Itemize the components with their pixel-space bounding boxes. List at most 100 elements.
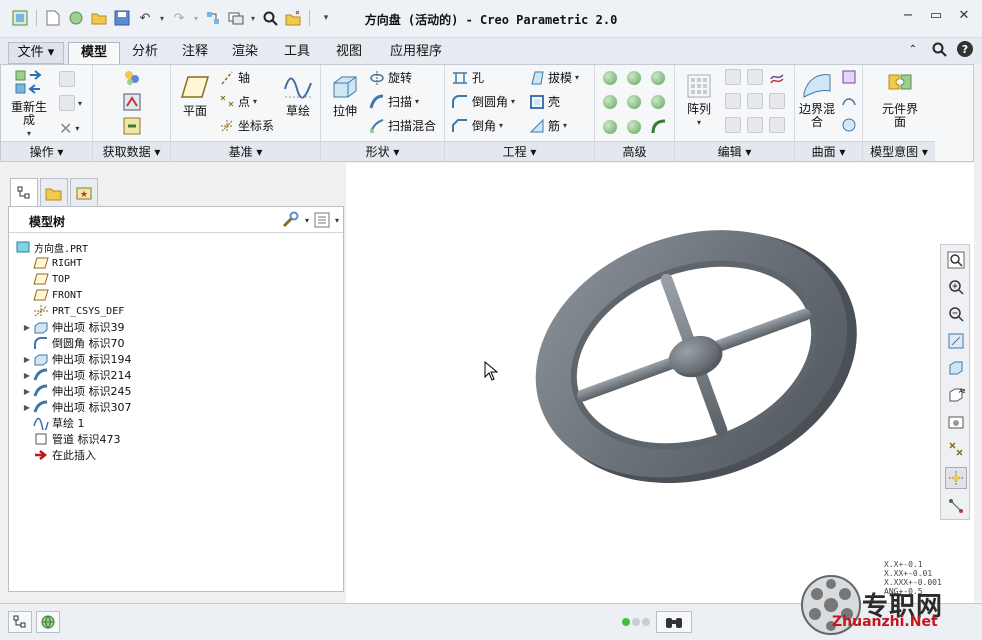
spin-center-icon[interactable] [945, 467, 967, 489]
group-label-engineering[interactable]: 工程 ▾ [445, 141, 594, 161]
copy-geometry-button[interactable] [123, 69, 141, 87]
sweep-button[interactable]: 扫描 ▾ [369, 93, 419, 110]
advanced-feature-icon[interactable] [651, 95, 665, 109]
shell-button[interactable]: 壳 [529, 93, 560, 110]
toggle-browser-button[interactable] [36, 611, 60, 633]
copy-button[interactable] [59, 71, 75, 87]
mirror-icon[interactable] [725, 69, 741, 85]
saved-views-icon[interactable]: AB [945, 384, 967, 406]
advanced-feature-icon[interactable] [627, 95, 641, 109]
folder-browser-tab[interactable] [40, 178, 68, 206]
axis-button[interactable]: 轴 [219, 69, 250, 86]
group-label-datum[interactable]: 基准 ▾ [171, 141, 320, 161]
chamfer-button[interactable]: 倒角 ▾ [451, 117, 503, 134]
component-interface-button[interactable]: 元件界面 [877, 71, 923, 129]
graphics-window[interactable] [346, 163, 974, 603]
revolve-button[interactable]: 旋转 [369, 69, 412, 86]
thicken-icon[interactable] [747, 117, 763, 133]
maximize-icon[interactable]: ▭ [928, 8, 944, 24]
group-label-editing[interactable]: 编辑 ▾ [675, 141, 794, 161]
expand-arrow-icon[interactable]: ▶ [21, 403, 33, 412]
help-icon[interactable]: ? [956, 40, 974, 58]
fill-button[interactable] [841, 69, 857, 85]
merge-surface-icon[interactable] [725, 93, 741, 109]
expand-arrow-icon[interactable]: ▶ [21, 355, 33, 364]
zoom-in-icon[interactable] [945, 276, 967, 298]
advanced-feature-icon[interactable] [627, 120, 641, 134]
merge-button[interactable] [123, 93, 141, 111]
expand-arrow-icon[interactable]: ▶ [21, 371, 33, 380]
tree-item[interactable]: 在此插入 [9, 447, 343, 463]
expand-arrow-icon[interactable]: ▶ [21, 323, 33, 332]
csys-button[interactable]: 坐标系 [219, 117, 274, 134]
group-label-surfaces[interactable]: 曲面 ▾ [795, 141, 862, 161]
view-manager-icon[interactable] [945, 411, 967, 433]
swept-blend-button[interactable]: 扫描混合 [369, 117, 436, 134]
solidify-icon[interactable] [769, 117, 785, 133]
advanced-feature-icon[interactable] [627, 71, 641, 85]
offset-icon[interactable] [747, 93, 763, 109]
group-label-shapes[interactable]: 形状 ▾ [321, 141, 444, 161]
tab-annotate[interactable]: 注释 [172, 42, 218, 64]
extend-icon[interactable] [747, 69, 763, 85]
tree-item[interactable]: 方向盘.PRT [9, 239, 343, 255]
regenerate-button[interactable]: 重新生成 ▾ [9, 69, 49, 140]
tree-item[interactable]: 倒圆角 标识70 [9, 335, 343, 351]
tree-item[interactable]: 草绘 1 [9, 415, 343, 431]
point-button[interactable]: 点 ▾ [219, 93, 257, 110]
repaint-icon[interactable] [945, 330, 967, 352]
trim-icon[interactable] [725, 117, 741, 133]
toggle-navigator-button[interactable] [8, 611, 32, 633]
zoom-out-icon[interactable] [945, 303, 967, 325]
user-defined-feature-button[interactable] [123, 117, 141, 135]
tree-settings-dropdown-icon[interactable]: ▾ [305, 216, 309, 225]
group-label-get-data[interactable]: 获取数据 ▾ [93, 141, 170, 161]
tab-view[interactable]: 视图 [326, 42, 372, 64]
tree-filters-dropdown-icon[interactable]: ▾ [335, 216, 339, 225]
pattern-button[interactable]: 阵列 ▾ [679, 71, 719, 129]
advanced-feature-icon[interactable] [603, 71, 617, 85]
draft-button[interactable]: 拔模 ▾ [529, 69, 579, 86]
tree-item[interactable]: ▶ 伸出项 标识39 [9, 319, 343, 335]
tree-item[interactable]: ▶ 伸出项 标识194 [9, 351, 343, 367]
expand-arrow-icon[interactable]: ▶ [21, 387, 33, 396]
advanced-feature-icon[interactable] [603, 120, 617, 134]
toroidal-bend-icon[interactable] [651, 119, 667, 135]
round-button[interactable]: 倒圆角 ▾ [451, 93, 515, 110]
tab-model[interactable]: 模型 [68, 42, 120, 64]
sketch-button[interactable]: 草绘 [279, 73, 317, 118]
tree-item[interactable]: TOP [9, 271, 343, 287]
advanced-feature-icon[interactable] [603, 95, 617, 109]
tree-item[interactable]: RIGHT [9, 255, 343, 271]
find-button[interactable] [656, 611, 692, 633]
freestyle-button[interactable] [841, 117, 857, 133]
plane-button[interactable]: 平面 [175, 73, 215, 118]
tree-filters-icon[interactable] [313, 211, 331, 229]
favorites-tab[interactable]: ★ [70, 178, 98, 206]
project-icon[interactable] [769, 69, 785, 85]
display-style-icon[interactable] [945, 357, 967, 379]
boundary-blend-button[interactable]: 边界混合 [797, 71, 837, 129]
tab-analysis[interactable]: 分析 [122, 42, 168, 64]
hole-button[interactable]: 孔 [451, 69, 484, 86]
collapse-ribbon-icon[interactable]: ⌃ [904, 40, 922, 58]
paste-button[interactable]: ▾ [59, 95, 82, 111]
intersect-icon[interactable] [769, 93, 785, 109]
tab-file[interactable]: 文件 ▾ [8, 42, 64, 64]
tree-settings-icon[interactable] [281, 211, 301, 229]
steering-wheel-model[interactable] [346, 163, 974, 603]
tree-item[interactable]: ▶ 伸出项 标识245 [9, 383, 343, 399]
tree-item[interactable]: PRT_CSYS_DEF [9, 303, 343, 319]
tree-item[interactable]: ▶ 伸出项 标识307 [9, 399, 343, 415]
tree-item[interactable]: FRONT [9, 287, 343, 303]
ribbon-search-icon[interactable] [930, 40, 948, 58]
style-button[interactable] [841, 93, 857, 109]
tab-applications[interactable]: 应用程序 [378, 42, 454, 64]
group-label-advanced[interactable]: 高级 [595, 141, 674, 161]
tab-render[interactable]: 渲染 [222, 42, 268, 64]
advanced-feature-icon[interactable] [651, 71, 665, 85]
tree-item[interactable]: 管道 标识473 [9, 431, 343, 447]
refit-icon[interactable] [945, 249, 967, 271]
datum-display-icon[interactable] [945, 438, 967, 460]
tab-tools[interactable]: 工具 [274, 42, 320, 64]
